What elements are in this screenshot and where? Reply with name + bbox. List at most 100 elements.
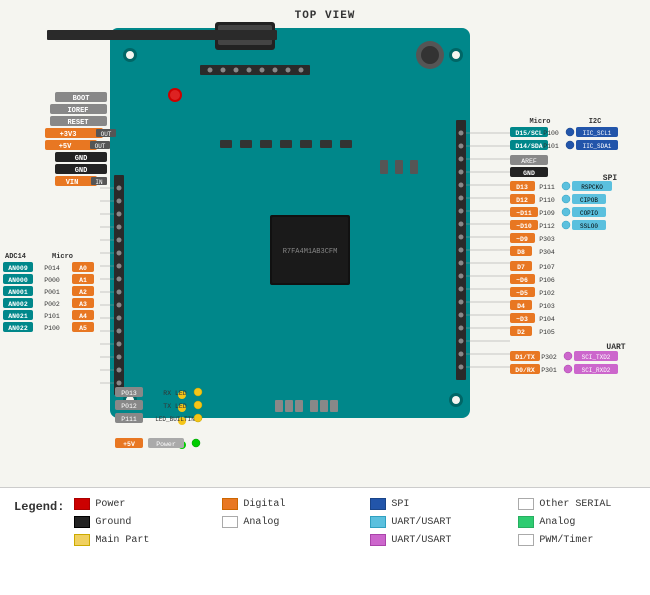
svg-text:P101: P101: [44, 313, 60, 320]
svg-text:AN009: AN009: [8, 265, 28, 272]
pin-reset: RESET: [50, 116, 107, 127]
svg-text:P012: P012: [121, 403, 137, 410]
pin-aref: AREF: [510, 155, 548, 165]
svg-text:P106: P106: [539, 277, 555, 284]
svg-text:COPIO: COPIO: [580, 210, 598, 217]
svg-text:P301: P301: [541, 367, 557, 374]
svg-text:A2: A2: [79, 289, 87, 296]
svg-text:IOREF: IOREF: [67, 107, 88, 115]
svg-text:LED_BUILTIN: LED_BUILTIN: [155, 416, 195, 423]
page: TOP VIEW R7FA4M1AB3CFM: [0, 0, 650, 595]
svg-text:P001: P001: [44, 289, 60, 296]
svg-text:P105: P105: [539, 329, 555, 336]
svg-text:OUT: OUT: [95, 143, 106, 150]
svg-text:~D3: ~D3: [516, 316, 528, 323]
svg-text:ADC14: ADC14: [5, 253, 26, 261]
legend-area: Legend: Power Digital SPI Other SERIAL: [0, 487, 650, 595]
pin-gnd2: GND: [55, 164, 107, 175]
svg-text:TX LED: TX LED: [163, 403, 187, 410]
svg-text:RX LED: RX LED: [163, 390, 187, 397]
svg-text:D15/SCL: D15/SCL: [515, 130, 542, 137]
svg-text:GND: GND: [75, 155, 88, 163]
svg-text:SCI_RXD2: SCI_RXD2: [582, 367, 611, 374]
svg-text:I2C: I2C: [589, 118, 602, 126]
svg-text:SSLO0: SSLO0: [580, 223, 598, 230]
svg-text:P111: P111: [121, 416, 137, 423]
svg-text:IN: IN: [95, 179, 103, 186]
svg-text:R7FA4M1AB3CFM: R7FA4M1AB3CFM: [283, 248, 338, 256]
svg-text:RESET: RESET: [67, 119, 88, 127]
svg-text:P112: P112: [539, 223, 555, 230]
svg-text:P002: P002: [44, 301, 60, 308]
svg-text:A4: A4: [79, 313, 87, 320]
legend-pwm: PWM/Timer: [518, 534, 650, 546]
svg-text:P304: P304: [539, 249, 555, 256]
legend-uart: UART/USART UART/USART: [370, 534, 518, 546]
svg-text:D12: D12: [516, 197, 528, 204]
svg-text:AREF: AREF: [521, 158, 537, 165]
svg-text:P101: P101: [543, 143, 559, 150]
svg-text:GND: GND: [75, 167, 88, 175]
legend-main-part: Main Part: [74, 534, 222, 546]
svg-text:~D5: ~D5: [516, 290, 528, 297]
svg-text:P303: P303: [539, 236, 555, 243]
svg-text:GND: GND: [523, 170, 535, 177]
svg-text:D7: D7: [517, 264, 525, 271]
pin-vin: VIN IN: [55, 176, 107, 187]
svg-text:P110: P110: [539, 197, 555, 204]
pin-3v3: +3V3 OUT: [45, 128, 116, 139]
svg-text:D8: D8: [517, 249, 525, 256]
svg-text:AN000: AN000: [8, 277, 28, 284]
svg-text:A1: A1: [79, 277, 87, 284]
svg-text:Micro: Micro: [529, 118, 550, 126]
svg-text:~D10: ~D10: [516, 223, 532, 230]
svg-text:P302: P302: [541, 354, 557, 361]
svg-text:P104: P104: [539, 316, 555, 323]
svg-text:A3: A3: [79, 301, 87, 308]
svg-text:AN001: AN001: [8, 289, 28, 296]
legend-power: Power: [74, 498, 222, 510]
pin-ioref: IOREF: [50, 104, 107, 115]
svg-text:P109: P109: [539, 210, 555, 217]
svg-text:~D11: ~D11: [516, 210, 532, 217]
legend-i2c: SPI: [370, 498, 518, 510]
pin-gnd-right: GND: [510, 167, 548, 177]
legend-analog-green: Analog: [518, 516, 650, 528]
svg-text:D13: D13: [516, 184, 528, 191]
svg-text:UART: UART: [606, 343, 625, 352]
svg-text:Micro: Micro: [52, 253, 73, 261]
svg-text:P102: P102: [539, 290, 555, 297]
arduino-board: R7FA4M1AB3CFM: [47, 22, 510, 449]
svg-text:P103: P103: [539, 303, 555, 310]
legend-other-serial: Other SERIAL: [518, 498, 650, 510]
svg-text:P107: P107: [539, 264, 555, 271]
svg-text:OUT: OUT: [101, 131, 112, 138]
svg-text:+5V: +5V: [123, 441, 135, 448]
svg-text:P014: P014: [44, 265, 60, 272]
svg-text:D14/SDA: D14/SDA: [515, 143, 542, 150]
legend-spi: UART/USART: [370, 516, 518, 528]
svg-text:BOOT: BOOT: [73, 95, 90, 103]
svg-text:IIC_SCL1: IIC_SCL1: [583, 130, 612, 137]
svg-text:~D6: ~D6: [516, 277, 528, 284]
top-view-label: TOP VIEW: [295, 10, 356, 22]
pin-5v: +5V OUT: [45, 140, 110, 151]
svg-text:P013: P013: [121, 390, 137, 397]
svg-text:AN022: AN022: [8, 325, 28, 332]
svg-text:IIC_SDA1: IIC_SDA1: [583, 143, 612, 150]
legend-digital: Digital: [222, 498, 370, 510]
svg-text:AN021: AN021: [8, 313, 28, 320]
legend-ground: Ground: [74, 516, 222, 528]
svg-text:~D9: ~D9: [516, 236, 528, 243]
svg-text:D1/TX: D1/TX: [515, 354, 535, 361]
svg-text:A0: A0: [79, 265, 87, 272]
svg-text:D0/RX: D0/RX: [515, 367, 535, 374]
svg-text:A5: A5: [79, 325, 87, 332]
legend-title: Legend:: [14, 498, 64, 514]
pin-boot: BOOT: [55, 92, 107, 103]
board-diagram: TOP VIEW R7FA4M1AB3CFM: [0, 0, 650, 490]
svg-text:P100: P100: [543, 130, 559, 137]
svg-text:P100: P100: [44, 325, 60, 332]
svg-text:+5V: +5V: [59, 143, 72, 151]
svg-text:D4: D4: [517, 303, 525, 310]
